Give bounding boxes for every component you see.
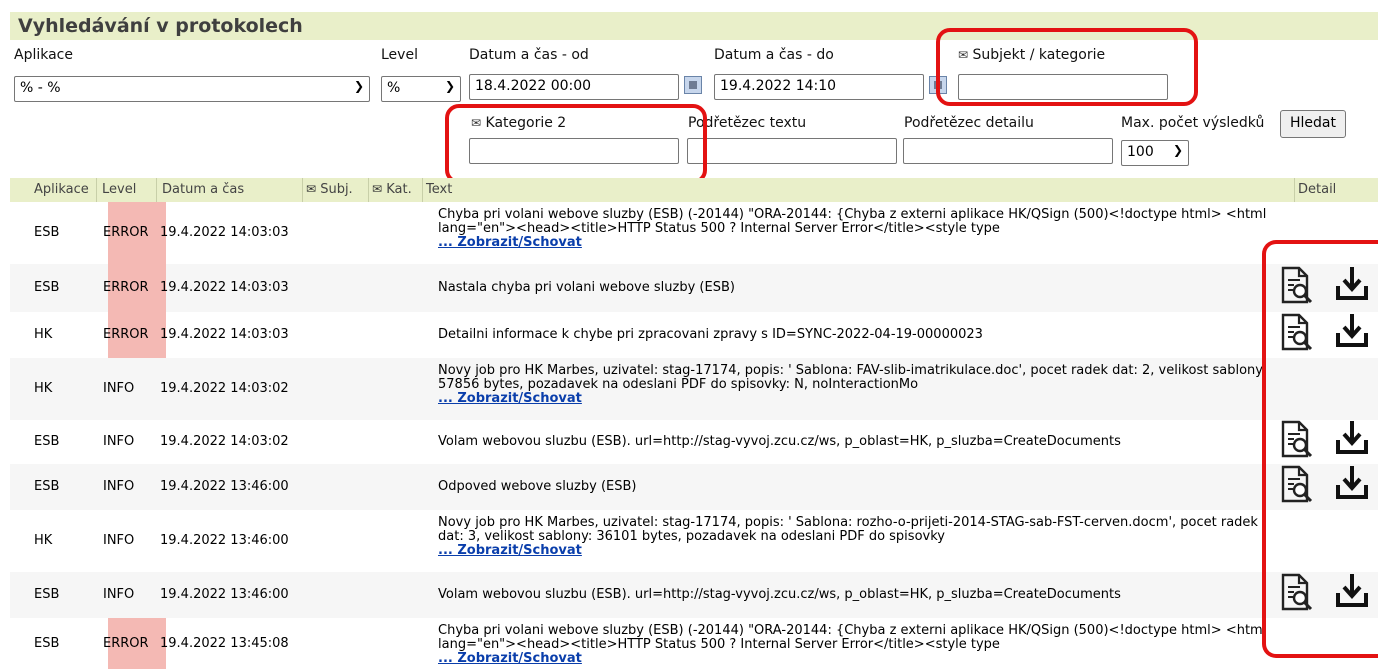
cell-text: Chyba pri volani webove sluzby (ESB) (-2…	[438, 208, 1268, 250]
table-row: ESB INFO 19.4.2022 13:46:00 Volam webovou s…	[10, 572, 1378, 618]
cell-time: 19.4.2022 14:03:03	[160, 225, 289, 240]
datum-od-input[interactable]: 18.4.2022 00:00	[469, 74, 679, 100]
table-row: ESB INFO 19.4.2022 13:46:00 Odpoved webove …	[10, 464, 1378, 510]
toggle-link[interactable]: ... Zobrazit/Schovat	[438, 543, 582, 558]
comment-flag-icon: ✉	[306, 182, 317, 196]
toggle-link[interactable]: ... Zobrazit/Schovat	[438, 235, 582, 250]
table-row: HK INFO 19.4.2022 14:03:02 Novy job pro HK …	[10, 358, 1378, 420]
cell-level: INFO	[103, 479, 135, 494]
cell-app: ESB	[34, 225, 60, 240]
cell-text: Volam webovou sluzbu (ESB). url=http://s…	[438, 434, 1121, 449]
podretezec-detailu-input[interactable]	[903, 138, 1113, 164]
cell-time: 19.4.2022 13:45:08	[160, 636, 289, 651]
table-row: HK ERROR 19.4.2022 14:03:03 Detailni inform…	[10, 312, 1378, 358]
chevron-down-icon: ❯	[444, 79, 455, 93]
toggle-link[interactable]: ... Zobrazit/Schovat	[438, 391, 582, 406]
cell-app: ESB	[34, 479, 60, 494]
cell-time: 19.4.2022 14:03:02	[160, 434, 289, 449]
podretezec-detailu-label: Podřetězec detailu	[904, 115, 1034, 131]
cell-app: ESB	[34, 434, 60, 449]
table-row: ESB ERROR 19.4.2022 13:45:08 Chyba pri vola…	[10, 618, 1378, 669]
aplikace-select[interactable]: % - % ❯	[14, 76, 370, 102]
aplikace-label: Aplikace	[14, 47, 73, 63]
cell-level: ERROR	[103, 280, 149, 295]
cell-level: INFO	[103, 533, 135, 548]
search-button[interactable]: Hledat	[1280, 110, 1346, 138]
chevron-down-icon: ❯	[353, 79, 364, 93]
max-pocet-select[interactable]: 100 ❯	[1121, 140, 1189, 166]
cell-text-content: Novy job pro HK Marbes, uzivatel: stag-1…	[438, 516, 1258, 544]
cell-text-content: Novy job pro HK Marbes, uzivatel: stag-1…	[438, 364, 1267, 392]
cell-text: Odpoved webove sluzby (ESB)	[438, 479, 637, 494]
highlight-box-kategorie2	[445, 104, 707, 184]
cell-level: ERROR	[103, 225, 149, 240]
cell-level: ERROR	[103, 636, 149, 651]
cell-level: ERROR	[103, 327, 149, 342]
cell-text: Volam webovou sluzbu (ESB). url=http://s…	[438, 587, 1121, 602]
table-row: ESB ERROR 19.4.2022 14:03:03 Nastala chyba …	[10, 264, 1378, 312]
cell-text: Novy job pro HK Marbes, uzivatel: stag-1…	[438, 364, 1268, 406]
max-pocet-label: Max. počet výsledků	[1121, 115, 1265, 131]
col-subj[interactable]: ✉ Subj.	[306, 182, 353, 197]
table-row: ESB INFO 19.4.2022 14:03:02 Volam webovou s…	[10, 420, 1378, 464]
comment-flag-icon: ✉	[372, 182, 383, 196]
cell-level: INFO	[103, 381, 135, 396]
cell-text: Detailni informace k chybe pri zpracovan…	[438, 327, 983, 342]
col-level[interactable]: Level	[102, 182, 136, 197]
table-header: Aplikace Level Datum a čas ✉ Subj. ✉ Kat…	[10, 178, 1378, 202]
cell-level: INFO	[103, 434, 135, 449]
page-title: Vyhledávání v protokolech	[18, 15, 303, 37]
cell-app: ESB	[34, 587, 60, 602]
calendar-icon[interactable]	[684, 76, 702, 94]
level-label: Level	[381, 47, 418, 63]
cell-app: HK	[34, 533, 53, 548]
cell-time: 19.4.2022 13:46:00	[160, 533, 289, 548]
col-text[interactable]: Text	[426, 182, 452, 197]
table-row: HK INFO 19.4.2022 13:46:00 Novy job pro HK …	[10, 510, 1378, 572]
cell-app: ESB	[34, 280, 60, 295]
cell-text: Novy job pro HK Marbes, uzivatel: stag-1…	[438, 516, 1268, 558]
cell-app: HK	[34, 381, 53, 396]
cell-time: 19.4.2022 13:46:00	[160, 587, 289, 602]
datum-do-label: Datum a čas - do	[714, 47, 834, 63]
cell-text-content: Chyba pri volani webove sluzby (ESB) (-2…	[438, 208, 1267, 236]
cell-text: Nastala chyba pri volani webove sluzby (…	[438, 280, 735, 295]
chevron-down-icon: ❯	[1172, 143, 1183, 157]
col-aplikace[interactable]: Aplikace	[34, 182, 89, 197]
cell-text: Chyba pri volani webove sluzby (ESB) (-2…	[438, 624, 1268, 666]
cell-time: 19.4.2022 13:46:00	[160, 479, 289, 494]
podretezec-textu-input[interactable]	[687, 138, 897, 164]
highlight-box-detail	[1262, 240, 1378, 658]
datum-od-label: Datum a čas - od	[469, 47, 589, 63]
cell-text-content: Chyba pri volani webove sluzby (ESB) (-2…	[438, 624, 1267, 652]
level-select[interactable]: % ❯	[381, 76, 461, 102]
cell-time: 19.4.2022 14:03:02	[160, 381, 289, 396]
col-datum[interactable]: Datum a čas	[162, 182, 244, 197]
cell-level: INFO	[103, 587, 135, 602]
datum-do-input[interactable]: 19.4.2022 14:10	[714, 74, 924, 100]
cell-time: 19.4.2022 14:03:03	[160, 280, 289, 295]
table-row: ESB ERROR 19.4.2022 14:03:03 Chyba pri vola…	[10, 202, 1378, 264]
highlight-box-subjekt	[936, 28, 1198, 106]
toggle-link[interactable]: ... Zobrazit/Schovat	[438, 651, 582, 666]
cell-time: 19.4.2022 14:03:03	[160, 327, 289, 342]
cell-app: ESB	[34, 636, 60, 651]
col-kat[interactable]: ✉ Kat.	[372, 182, 412, 197]
col-detail: Detail	[1298, 182, 1337, 197]
cell-app: HK	[34, 327, 53, 342]
